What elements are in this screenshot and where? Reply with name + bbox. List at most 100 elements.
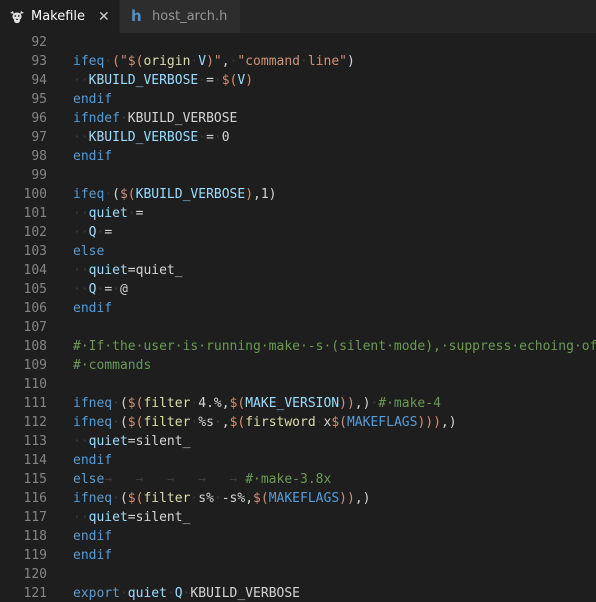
code-token: $( [127,54,144,69]
code-line[interactable]: 113 ··quiet=silent_ [0,432,596,451]
line-number: 108 [23,339,47,354]
line-number: 117 [23,510,47,525]
code-token: $( [253,491,269,506]
code-line[interactable]: 95 endif [0,90,596,109]
line-content: endif [73,451,112,470]
code-token: Q [174,586,183,601]
whitespace-marker: · [127,206,136,221]
code-token: ( [119,396,128,411]
code-line[interactable]: 94 ··KBUILD_VERBOSE·=·$(V) [0,71,596,90]
code-token: ,) [440,415,457,430]
code-token: filter [143,415,191,430]
whitespace-marker: · [198,130,207,145]
code-line[interactable]: 105 ··Q·=·@ [0,280,596,299]
line-number: 93 [31,54,47,69]
code-line[interactable]: 120 [0,565,596,584]
code-token: else [73,244,105,259]
code-line[interactable]: 92 [0,33,596,52]
line-number: 114 [23,453,47,468]
code-line[interactable]: 96 ifndef·KBUILD_VERBOSE [0,109,596,128]
code-token: #·If·the·user·is·running·make·-s·(silent… [73,339,596,354]
line-number: 107 [23,320,47,335]
line-number: 119 [23,548,47,563]
code-token: endif [73,301,113,316]
tab-label: host_arch.h [152,9,228,24]
code-line[interactable]: 97 ··KBUILD_VERBOSE·=·0 [0,128,596,147]
whitespace-marker: · [213,491,222,506]
code-line[interactable]: 109 #·commands [0,356,596,375]
code-token: MAKE_VERSION [245,396,340,411]
line-number: 94 [31,73,47,88]
code-line[interactable]: 121 export·quiet·Q·KBUILD_VERBOSE [0,584,596,602]
code-line[interactable]: 107 [0,318,596,337]
code-line[interactable]: 108 #·If·the·user·is·running·make·-s·(sil… [0,337,596,356]
whitespace-marker: · [213,415,222,430]
code-line[interactable]: 111 ifneq·($(filter·4.%,$(MAKE_VERSION)),… [0,394,596,413]
whitespace-marker: · [315,415,324,430]
code-token: quiet [88,206,128,221]
code-line[interactable]: 100 ifeq·($(KBUILD_VERBOSE),1) [0,185,596,204]
code-token: endif [73,92,113,107]
code-token: ifeq [73,187,105,202]
code-token: )" [206,54,222,69]
line-content: ··quiet·= [73,204,143,223]
code-line[interactable]: 118 endif [0,527,596,546]
code-token: #·make-4 [378,396,441,411]
line-number: 105 [23,282,47,297]
code-line[interactable]: 112 ifneq·($(filter·%s·,$(firstword·x$(MA… [0,413,596,432]
code-line[interactable]: 115 else→ → → → → #·make-3.8x [0,470,596,489]
whitespace-marker: · [104,187,113,202]
code-token: $( [331,415,347,430]
tab-makefile[interactable]: Makefile ✕ [0,0,119,33]
line-number: 112 [23,415,47,430]
line-content: else→ → → → → #·make-3.8x [73,470,331,489]
line-number: 106 [23,301,47,316]
code-token: = [206,130,214,145]
code-line[interactable]: 119 endif [0,546,596,565]
tab-bar: Makefile ✕ h host_arch.h [0,0,596,33]
code-line[interactable]: 93 ifeq·("$(origin·V)",·"command·line") [0,52,596,71]
code-token: 0 [221,130,230,145]
whitespace-marker: · [119,586,128,601]
tab-host-arch-h[interactable]: h host_arch.h [119,0,240,33]
line-content: #·If·the·user·is·running·make·-s·(silent… [73,337,596,356]
whitespace-marker: · [112,282,120,297]
code-token: %s [198,415,214,430]
whitespace-marker: · [198,73,207,88]
line-content: #·commands [73,356,151,375]
close-icon[interactable]: ✕ [98,10,110,24]
line-content: endif [73,546,112,565]
line-content: export·quiet·Q·KBUILD_VERBOSE [73,584,300,602]
code-token: firstword [245,415,316,430]
code-token: ( [112,187,120,202]
code-line[interactable]: 102 ··Q·= [0,223,596,242]
whitespace-marker: · [104,54,113,69]
code-editor[interactable]: 92 93 ifeq·("$(origin·V)",·"command·line")… [0,33,596,602]
code-token: ( [119,491,128,506]
line-content: endif [73,527,112,546]
code-line[interactable]: 104 ··quiet=quiet_ [0,261,596,280]
code-line[interactable]: 117 ··quiet=silent_ [0,508,596,527]
code-line[interactable]: 99 [0,166,596,185]
code-token: $( [119,187,136,202]
code-line[interactable]: 103 else [0,242,596,261]
code-token: (" [112,54,128,69]
code-line[interactable]: 116 ifneq·($(filter·s%·-s%,$(MAKEFLAGS)),… [0,489,596,508]
code-line[interactable]: 110 [0,375,596,394]
code-line[interactable]: 98 endif [0,147,596,166]
whitespace-marker: ·· [73,510,89,525]
code-token: ,) [354,491,371,506]
line-number: 103 [23,244,47,259]
code-token: origin [143,54,191,69]
code-line[interactable]: 114 endif [0,451,596,470]
code-token: MAKEFLAGS [268,491,340,506]
line-number: 111 [23,396,47,411]
whitespace-marker: ·· [73,73,89,88]
code-line[interactable]: 106 endif [0,299,596,318]
whitespace-marker: ·· [73,130,89,145]
code-line[interactable]: 101 ··quiet·= [0,204,596,223]
code-token: $( [229,396,246,411]
line-number: 99 [31,168,47,183]
code-token: , [221,54,230,69]
code-token: KBUILD_VERBOSE [127,111,238,126]
